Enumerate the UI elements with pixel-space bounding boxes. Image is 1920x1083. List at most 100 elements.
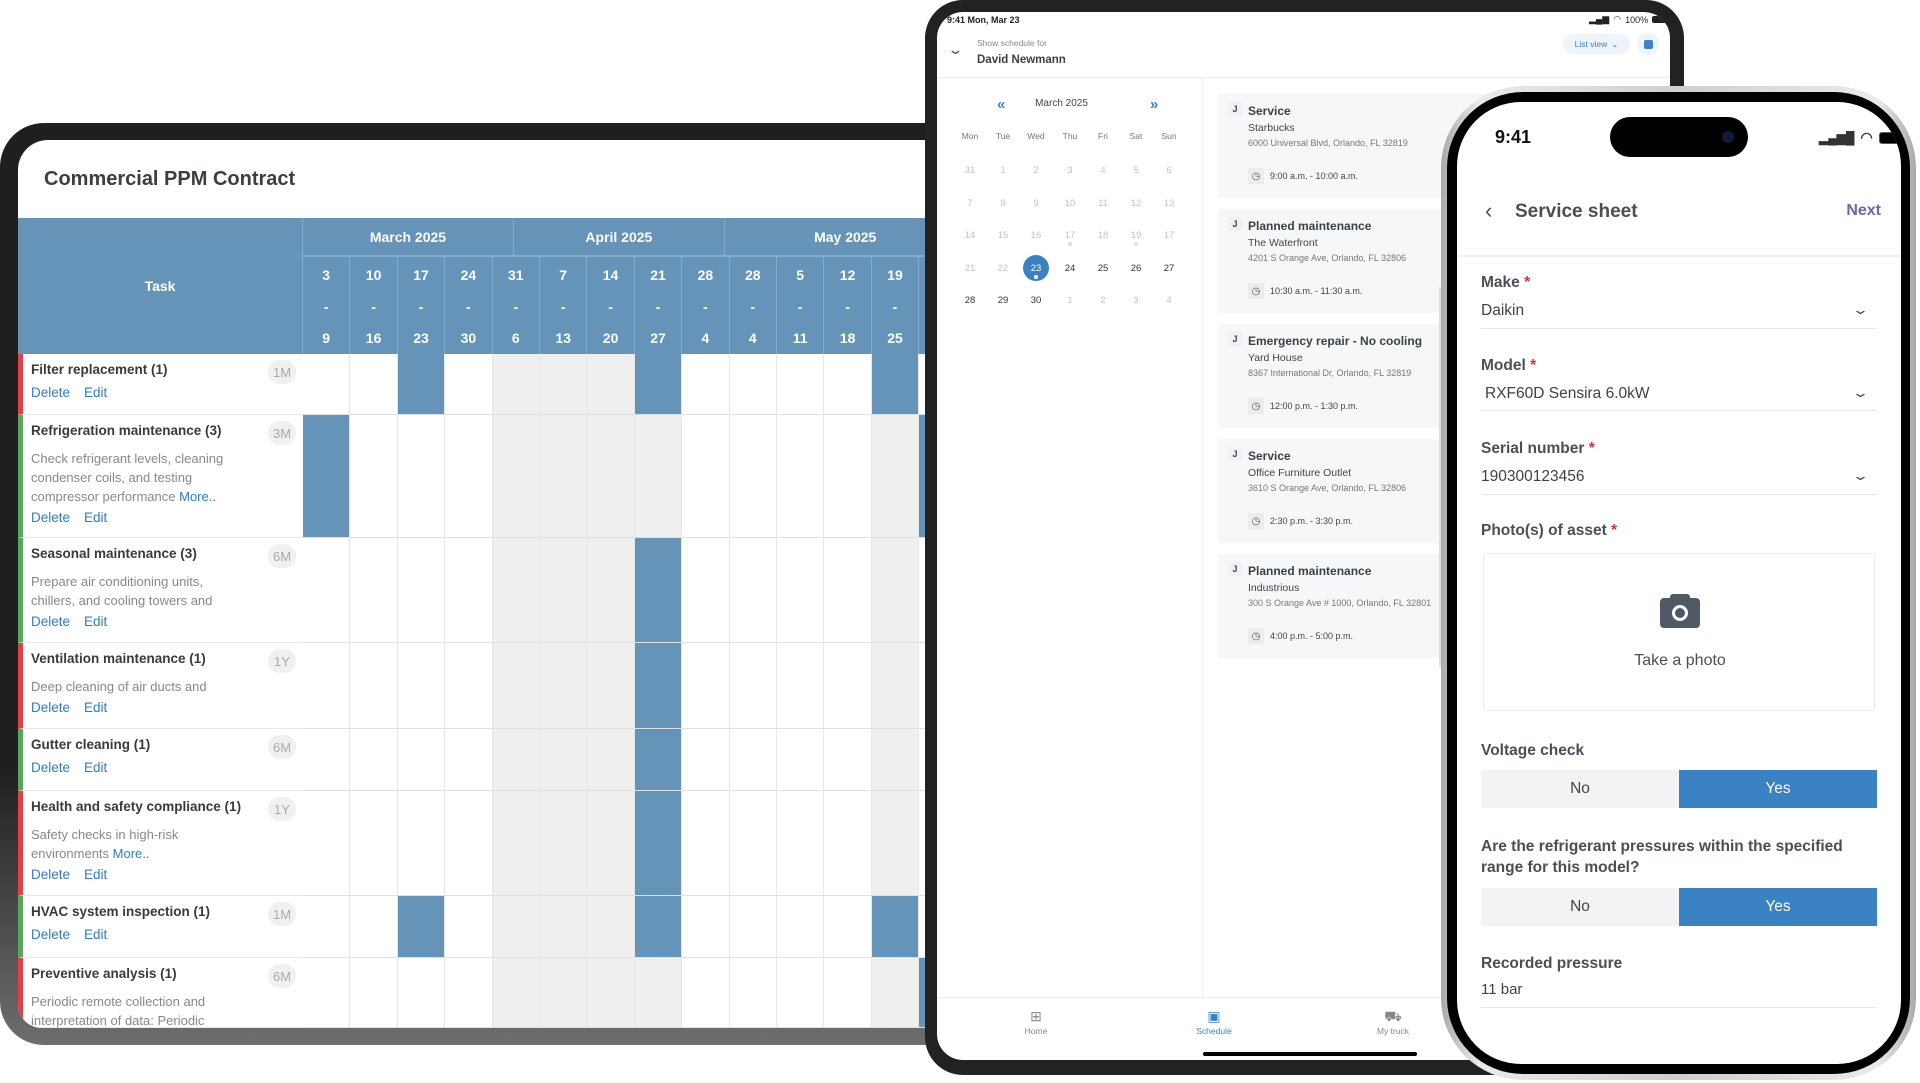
calendar-day[interactable]: 27 (1156, 255, 1182, 281)
week-header: 7 - 13 (540, 255, 588, 354)
calendar-day[interactable]: 12 (1123, 190, 1149, 216)
task-schedule-bar[interactable] (871, 896, 920, 958)
month-header: March 2025 (303, 218, 514, 255)
task-title: Gutter cleaning (1) (31, 737, 151, 752)
task-schedule-bar[interactable] (634, 791, 683, 896)
clock-icon: ◷ (1248, 628, 1264, 644)
calendar-day[interactable]: 31 (957, 157, 983, 183)
task-schedule-bar[interactable] (303, 415, 351, 538)
calendar-day[interactable]: 19 (1123, 222, 1149, 248)
calendar-day[interactable]: 3 (1057, 157, 1083, 183)
schedule-cell (729, 896, 777, 958)
job-title: Emergency repair - No cooling (1248, 334, 1423, 348)
edit-link[interactable]: Edit (84, 927, 107, 942)
person-selector[interactable]: David Newmann (977, 54, 1066, 66)
calendar-day[interactable]: 28 (957, 287, 983, 313)
calendar-day[interactable]: 15 (990, 222, 1016, 248)
pressure-no-button[interactable]: No (1481, 888, 1679, 926)
back-button[interactable]: ‹ (1485, 198, 1492, 224)
calendar-day[interactable]: 26 (1123, 255, 1149, 281)
task-schedule-bar[interactable] (871, 354, 920, 415)
prev-month-button[interactable]: « (997, 96, 1005, 113)
calendar-day[interactable]: 5 (1123, 157, 1149, 183)
chevron-down-icon[interactable]: ⌄ (947, 42, 963, 58)
pressure-yes-button[interactable]: Yes (1679, 888, 1877, 926)
calendar-day[interactable]: 4 (1090, 157, 1116, 183)
calendar-day[interactable]: 24 (1057, 255, 1083, 281)
clock-icon: ◷ (1248, 513, 1264, 529)
task-schedule-bar[interactable] (634, 729, 683, 791)
edit-link[interactable]: Edit (84, 510, 107, 525)
task-schedule-bar[interactable] (634, 643, 683, 729)
calendar-day[interactable]: 21 (957, 255, 983, 281)
edit-link[interactable]: Edit (84, 760, 107, 775)
task-schedule-bar[interactable] (634, 354, 683, 415)
schedule-cell (540, 958, 588, 1028)
calendar-day[interactable]: 3 (1123, 287, 1149, 313)
frequency-badge: 1Y (268, 649, 296, 673)
delete-link[interactable]: Delete (31, 614, 70, 629)
day-number: 15 (997, 229, 1009, 241)
nav-item-my-truck[interactable]: ⛟ My truck (1353, 1008, 1433, 1036)
calendar-day[interactable]: 13 (1156, 190, 1182, 216)
calendar-day[interactable]: 29 (990, 287, 1016, 313)
day-number: 7 (967, 197, 973, 209)
delete-link[interactable]: Delete (31, 867, 70, 882)
job-title: Service (1248, 104, 1291, 118)
calendar-day[interactable]: 11 (1090, 190, 1116, 216)
delete-link[interactable]: Delete (31, 385, 70, 400)
week-header: 14 - 20 (587, 255, 635, 354)
edit-link[interactable]: Edit (84, 867, 107, 882)
task-schedule-bar[interactable] (397, 896, 446, 958)
list-view-dropdown[interactable]: List view ⌄ (1563, 34, 1630, 54)
voltage-no-button[interactable]: No (1481, 770, 1679, 808)
task-schedule-bar[interactable] (634, 896, 683, 958)
calendar-day[interactable]: 8 (990, 190, 1016, 216)
next-button[interactable]: Next (1827, 202, 1881, 220)
next-month-button[interactable]: » (1150, 96, 1158, 113)
calendar-day[interactable]: 17 (1156, 222, 1182, 248)
more-link[interactable]: More.. (113, 846, 150, 861)
more-link[interactable]: More.. (179, 489, 216, 504)
calendar-day[interactable]: 6 (1156, 157, 1182, 183)
nav-item-schedule[interactable]: ▣ Schedule (1174, 1008, 1254, 1036)
week-separator: - (513, 298, 519, 315)
calendar-day[interactable]: 7 (957, 190, 983, 216)
calendar-day[interactable]: 23 (1023, 255, 1049, 281)
calendar-day[interactable]: 30 (1023, 287, 1049, 313)
calendar-day[interactable]: 4 (1156, 287, 1182, 313)
calendar-day[interactable]: 18 (1090, 222, 1116, 248)
calendar-day[interactable]: 10 (1057, 190, 1083, 216)
edit-link[interactable]: Edit (84, 385, 107, 400)
calendar-day[interactable]: 16 (1023, 222, 1049, 248)
calendar-day[interactable]: 22 (990, 255, 1016, 281)
delete-link[interactable]: Delete (31, 700, 70, 715)
task-schedule-bar[interactable] (634, 538, 683, 643)
calendar-day[interactable]: 2 (1090, 287, 1116, 313)
edit-link[interactable]: Edit (84, 700, 107, 715)
edit-link[interactable]: Edit (84, 614, 107, 629)
voltage-yes-button[interactable]: Yes (1679, 770, 1877, 808)
delete-link[interactable]: Delete (31, 510, 70, 525)
task-schedule-bar[interactable] (397, 354, 446, 415)
schedule-cell (540, 896, 588, 958)
week-end: 25 (887, 330, 903, 346)
calendar-day[interactable]: 17 (1057, 222, 1083, 248)
job-location: Starbucks (1248, 122, 1295, 134)
task-description: Safety checks in high-risk environments … (31, 825, 241, 863)
calendar-toggle-button[interactable] (1637, 33, 1659, 55)
take-photo-button[interactable]: Take a photo (1483, 553, 1875, 711)
week-header: 19 - 25 (871, 255, 920, 354)
schedule-cell (824, 415, 872, 538)
nav-item-home[interactable]: ⊞ Home (996, 1008, 1076, 1036)
delete-link[interactable]: Delete (31, 927, 70, 942)
calendar-day[interactable]: 2 (1023, 157, 1049, 183)
calendar-day[interactable]: 9 (1023, 190, 1049, 216)
calendar-day[interactable]: 25 (1090, 255, 1116, 281)
schedule-cell (350, 415, 398, 538)
delete-link[interactable]: Delete (31, 760, 70, 775)
calendar-day[interactable]: 14 (957, 222, 983, 248)
recorded-pressure-input[interactable]: 11 bar (1481, 981, 1522, 998)
calendar-day[interactable]: 1 (990, 157, 1016, 183)
calendar-day[interactable]: 1 (1057, 287, 1083, 313)
